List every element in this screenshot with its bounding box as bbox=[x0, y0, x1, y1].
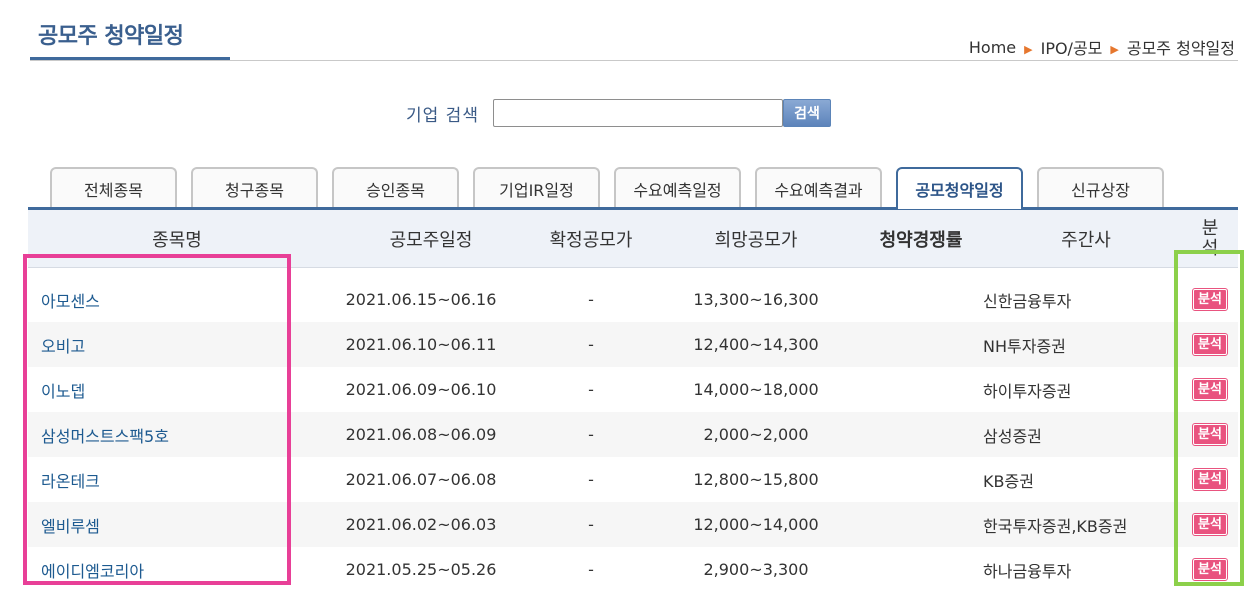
underwriter-cell: 한국투자증권,KB증권 bbox=[983, 516, 1128, 536]
fixed-price-cell: - bbox=[588, 425, 594, 444]
header-divider bbox=[30, 60, 1238, 61]
tab-demand-forecast-result[interactable]: 수요예측결과 bbox=[755, 167, 882, 209]
search-label: 기업 검색 bbox=[406, 105, 479, 126]
tab-all-stocks[interactable]: 전체종목 bbox=[50, 167, 177, 209]
breadcrumb-home[interactable]: Home bbox=[969, 38, 1016, 57]
schedule-cell: 2021.06.07~06.08 bbox=[345, 470, 497, 489]
fixed-price-cell: - bbox=[588, 335, 594, 354]
name-column-highlight bbox=[23, 254, 291, 585]
analysis-column-highlight bbox=[1174, 250, 1244, 586]
competition-cell bbox=[836, 547, 1006, 592]
tab-filed-stocks[interactable]: 청구종목 bbox=[191, 167, 318, 209]
schedule-cell: 2021.06.08~06.09 bbox=[345, 425, 497, 444]
hope-price-cell: 13,300~16,300 bbox=[693, 290, 819, 309]
schedule-cell: 2021.06.15~06.16 bbox=[345, 290, 497, 309]
breadcrumb-ipo[interactable]: IPO/공모 bbox=[1041, 35, 1103, 59]
competition-cell bbox=[836, 457, 1006, 502]
company-search: 기업 검색 검색 bbox=[406, 99, 831, 127]
hope-price-cell: 12,800~15,800 bbox=[693, 470, 819, 489]
hope-price-cell: 2,000~2,000 bbox=[703, 425, 809, 444]
fixed-price-cell: - bbox=[588, 470, 594, 489]
schedule-cell: 2021.06.09~06.10 bbox=[345, 380, 497, 399]
header-hope-price: 희망공모가 bbox=[714, 229, 798, 251]
tab-demand-forecast-schedule[interactable]: 수요예측일정 bbox=[614, 167, 741, 209]
breadcrumb: Home ▶ IPO/공모 ▶ 공모주 청약일정 bbox=[969, 35, 1235, 59]
competition-cell bbox=[836, 322, 1006, 367]
header-competition: 청약경쟁률 bbox=[879, 229, 963, 251]
header-schedule: 공모주일정 bbox=[389, 229, 473, 251]
search-button[interactable]: 검색 bbox=[782, 99, 831, 127]
tab-ir-schedule[interactable]: 기업IR일정 bbox=[473, 167, 600, 209]
fixed-price-cell: - bbox=[588, 290, 594, 309]
header-fixed-price: 확정공모가 bbox=[549, 229, 633, 251]
hope-price-cell: 12,400~14,300 bbox=[693, 335, 819, 354]
header-underwriter: 주간사 bbox=[1061, 229, 1111, 251]
hope-price-cell: 12,000~14,000 bbox=[693, 515, 819, 534]
search-input[interactable] bbox=[492, 99, 783, 127]
underwriter-cell: NH투자증권 bbox=[983, 336, 1066, 356]
schedule-cell: 2021.06.02~06.03 bbox=[345, 515, 497, 534]
underwriter-cell: 하나금융투자 bbox=[983, 561, 1072, 581]
fixed-price-cell: - bbox=[588, 560, 594, 579]
competition-cell bbox=[836, 412, 1006, 457]
page-title: 공모주 청약일정 bbox=[38, 24, 184, 49]
fixed-price-cell: - bbox=[588, 515, 594, 534]
tab-bar: 전체종목 청구종목 승인종목 기업IR일정 수요예측일정 수요예측결과 공모청약… bbox=[50, 167, 1164, 209]
competition-cell bbox=[836, 502, 1006, 547]
tab-subscription-schedule[interactable]: 공모청약일정 bbox=[896, 167, 1023, 209]
breadcrumb-current: 공모주 청약일정 bbox=[1126, 39, 1235, 58]
breadcrumb-separator-icon: ▶ bbox=[1110, 42, 1119, 56]
schedule-cell: 2021.05.25~05.26 bbox=[345, 560, 497, 579]
underwriter-cell: 삼성증권 bbox=[983, 426, 1042, 446]
fixed-price-cell: - bbox=[588, 380, 594, 399]
header-analysis-line1: 분 bbox=[1201, 217, 1219, 239]
competition-cell bbox=[836, 367, 1006, 412]
breadcrumb-separator-icon: ▶ bbox=[1024, 42, 1033, 56]
tab-new-listing[interactable]: 신규상장 bbox=[1037, 167, 1164, 209]
underwriter-cell: 신한금융투자 bbox=[983, 291, 1072, 311]
underwriter-cell: 하이투자증권 bbox=[983, 381, 1072, 401]
underwriter-cell: KB증권 bbox=[983, 471, 1034, 491]
hope-price-cell: 14,000~18,000 bbox=[693, 380, 819, 399]
hope-price-cell: 2,900~3,300 bbox=[703, 560, 809, 579]
tab-approved-stocks[interactable]: 승인종목 bbox=[332, 167, 459, 209]
schedule-cell: 2021.06.10~06.11 bbox=[345, 335, 497, 354]
competition-cell bbox=[836, 277, 1006, 322]
